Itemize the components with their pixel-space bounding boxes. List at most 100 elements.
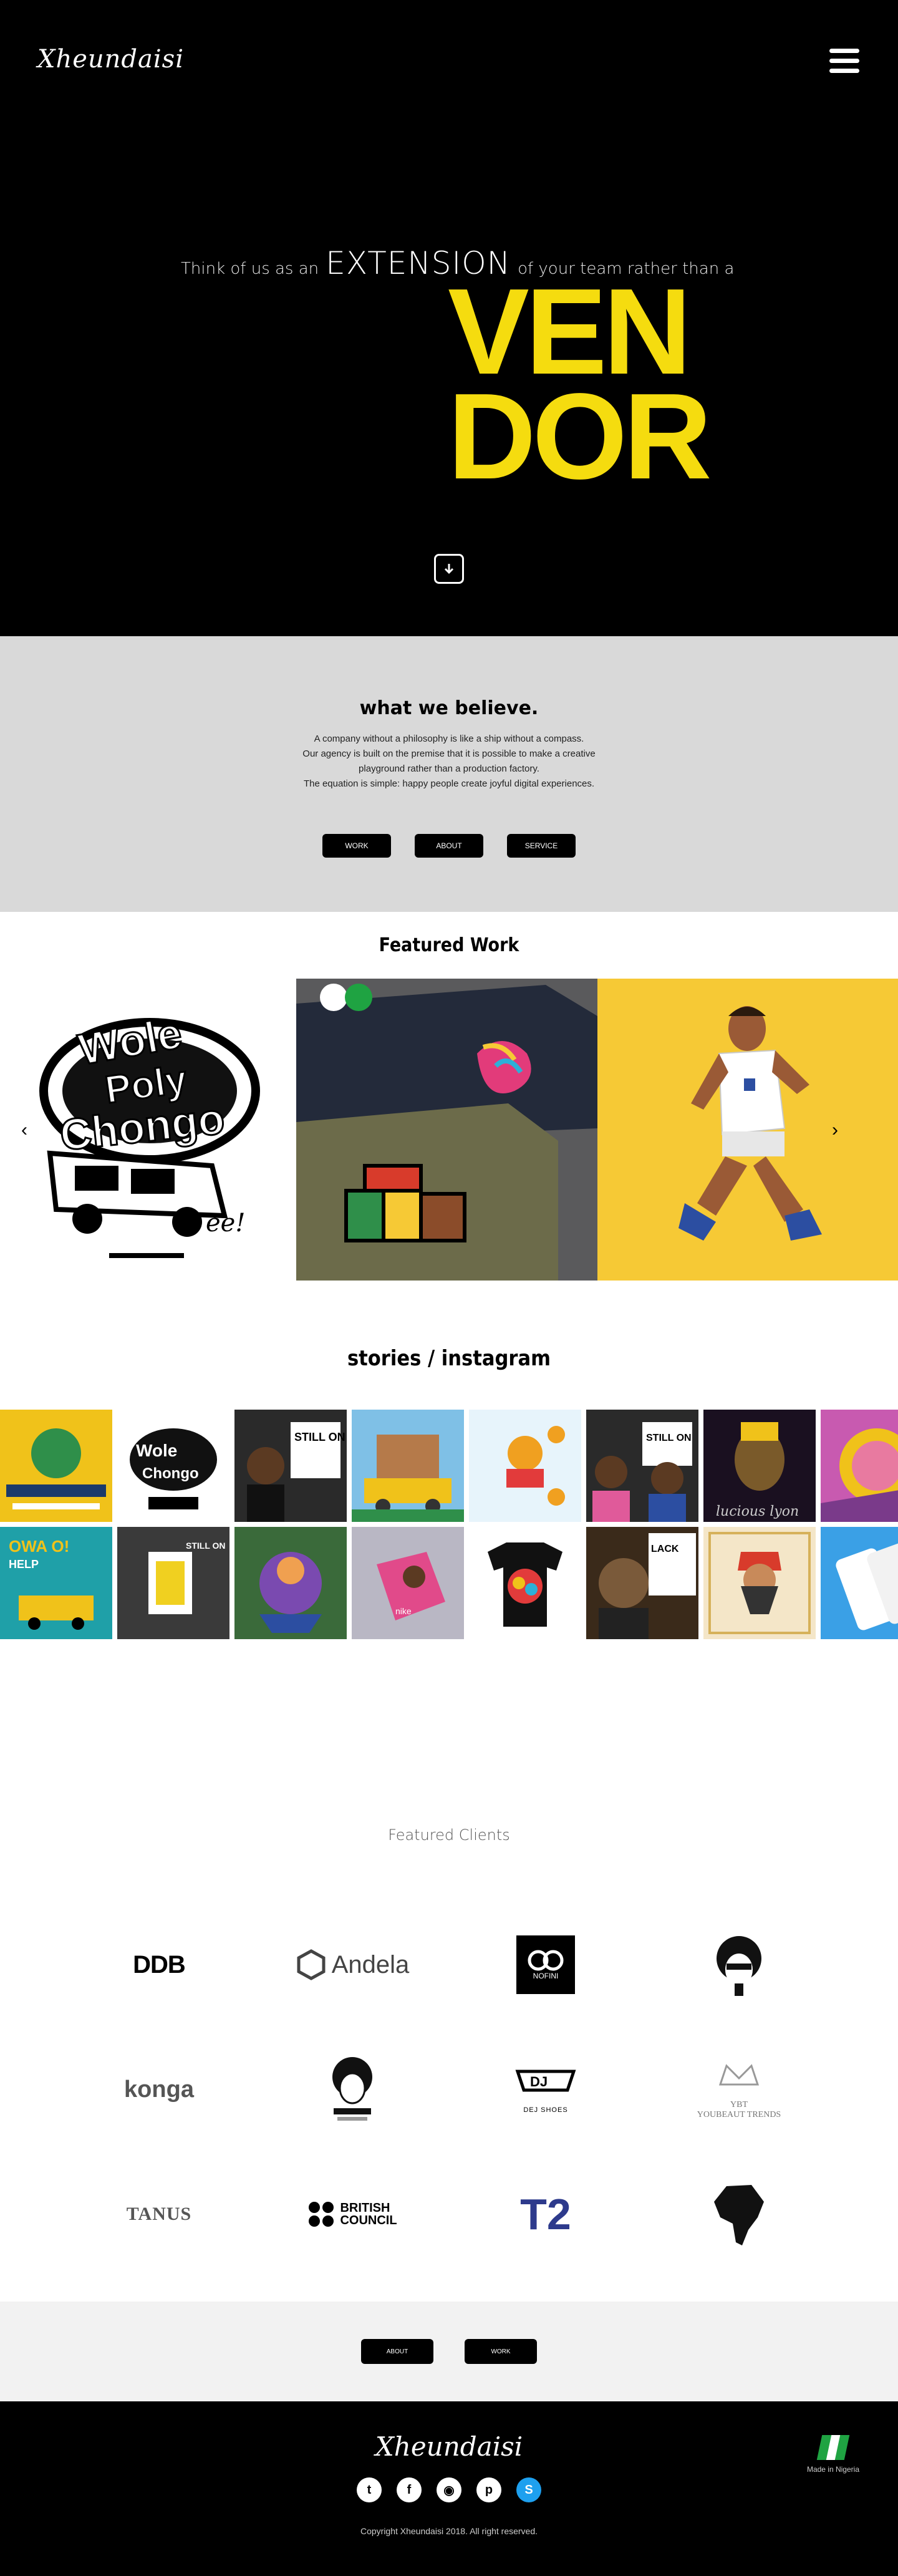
- about-button[interactable]: ABOUT: [361, 2339, 433, 2364]
- instagram-post[interactable]: Wole Chongo: [117, 1410, 229, 1522]
- twitter-icon[interactable]: t: [357, 2477, 382, 2502]
- philosophy-line-1: A company without a philosophy is like a…: [314, 734, 584, 744]
- client-ddb: DDB: [62, 1902, 256, 2027]
- made-in-nigeria-label: Made in Nigeria: [806, 2465, 859, 2474]
- instagram-post[interactable]: [234, 1527, 347, 1639]
- instagram-icon[interactable]: ◉: [437, 2477, 461, 2502]
- british-council-dots-icon: [309, 2202, 334, 2227]
- featured-work-carousel[interactable]: Wole Poly Chongo ee!: [0, 979, 898, 1281]
- facebook-icon[interactable]: f: [397, 2477, 422, 2502]
- ybt-title: YBT: [730, 2099, 748, 2109]
- crown-icon: [718, 2063, 760, 2085]
- clients-logo-grid: DDB Andela NOFINI konga DJ DEJ SHOES YBT…: [62, 1902, 836, 2277]
- svg-text:nike: nike: [395, 1606, 412, 1616]
- instagram-post[interactable]: STILL ON: [586, 1410, 698, 1522]
- client-british-council: BRITISH COUNCIL: [256, 2152, 449, 2277]
- instagram-post[interactable]: [352, 1410, 464, 1522]
- svg-text:lucious lyon: lucious lyon: [716, 1504, 799, 1519]
- instagram-post[interactable]: LACK: [586, 1527, 698, 1639]
- clients-section: Featured Clients DDB Andela NOFINI konga…: [0, 1740, 898, 2302]
- philosophy-line-3: playground rather than a production fact…: [359, 763, 539, 774]
- british-line-1: BRITISH: [340, 2201, 390, 2215]
- svg-text:ee!: ee!: [206, 1209, 245, 1237]
- svg-text:LACK: LACK: [651, 1544, 679, 1554]
- client-nofini: NOFINI: [449, 1902, 642, 2027]
- svg-text:Wole: Wole: [136, 1441, 177, 1460]
- hamburger-menu-icon[interactable]: [829, 49, 859, 74]
- konga-logo: konga: [124, 2076, 194, 2103]
- featured-work-section: Featured Work Wole Poly Chongo ee! ‹ ›: [0, 912, 898, 1310]
- andela-logo: Andela: [296, 1949, 410, 1980]
- service-button[interactable]: SERVICE: [507, 834, 576, 858]
- pinterest-icon[interactable]: p: [476, 2477, 501, 2502]
- instagram-post[interactable]: OWA O! HELP: [0, 1527, 112, 1639]
- work-button[interactable]: WORK: [322, 834, 391, 858]
- instagram-post[interactable]: lucious lyon: [703, 1410, 816, 1522]
- site-logo[interactable]: Xheundaisi: [37, 45, 184, 74]
- dej-shoes-mark-icon: DJ: [515, 2070, 576, 2092]
- instagram-post[interactable]: [821, 1527, 898, 1639]
- instagram-post[interactable]: nike: [352, 1527, 464, 1639]
- bottom-nav: ABOUT WORK: [0, 2302, 898, 2401]
- footer-logo[interactable]: Xheundaisi: [0, 2431, 898, 2462]
- svg-text:STILL ON: STILL ON: [646, 1433, 692, 1443]
- svg-text:STILL ON: STILL ON: [186, 1541, 226, 1551]
- chevron-left-icon[interactable]: ‹: [21, 1120, 27, 1141]
- british-council-logo: BRITISH COUNCIL: [307, 2201, 397, 2228]
- instagram-post[interactable]: [703, 1527, 816, 1639]
- nigeria-flag-icon: [816, 2435, 850, 2460]
- andela-mark-icon: [297, 1949, 326, 1980]
- chevron-right-icon[interactable]: ›: [832, 1120, 838, 1141]
- instagram-post[interactable]: STILL ON: [234, 1410, 347, 1522]
- client-t2: T2: [449, 2152, 642, 2277]
- client-andela: Andela: [256, 1902, 449, 2027]
- hero-section: Xheundaisi Think of us as an EXTENSION o…: [0, 0, 898, 636]
- client-ybt: YBT YOUBEAUT TRENDS: [642, 2027, 836, 2152]
- svg-text:Chongo: Chongo: [142, 1465, 199, 1482]
- instagram-post[interactable]: STILL ON: [117, 1527, 229, 1639]
- philosophy-title: what we believe.: [359, 697, 539, 719]
- t2-logo: T2: [520, 2190, 571, 2239]
- svg-text:DJ: DJ: [530, 2074, 548, 2089]
- instagram-post[interactable]: [469, 1527, 581, 1639]
- about-button[interactable]: ABOUT: [415, 834, 483, 858]
- client-konga: konga: [62, 2027, 256, 2152]
- client-hair-avatar: [256, 2027, 449, 2152]
- headline-line-2: DOR: [448, 368, 712, 505]
- africa-map-icon: [714, 2185, 764, 2245]
- svg-text:OWA O!: OWA O!: [9, 1537, 69, 1556]
- hero-headline: VEN DOR: [448, 271, 712, 505]
- nofini-logo: NOFINI: [516, 1935, 575, 1994]
- svg-text:HELP: HELP: [9, 1558, 39, 1571]
- copyright: Copyright Xheundaisi 2018. All right res…: [360, 2526, 538, 2536]
- client-afro: [642, 1902, 836, 2027]
- instagram-grid: Wole Chongo STILL ON STILL ON lucious lyo…: [0, 1410, 898, 1639]
- tagline-prefix: Think of us as an: [181, 259, 319, 278]
- philosophy-buttons: WORK ABOUT SERVICE: [0, 834, 898, 858]
- philosophy-line-2: Our agency is built on the premise that …: [302, 748, 596, 759]
- ybt-logo: YBT YOUBEAUT TRENDS: [697, 2060, 781, 2120]
- instagram-title: stories / instagram: [347, 1346, 551, 1371]
- british-line-2: COUNCIL: [340, 2214, 397, 2227]
- skype-icon[interactable]: S: [516, 2477, 541, 2502]
- work-slide-tshirts[interactable]: [296, 979, 597, 1281]
- work-slide-footballer[interactable]: [597, 979, 898, 1281]
- ybt-subtitle: YOUBEAUT TRENDS: [697, 2109, 781, 2119]
- instagram-post[interactable]: [0, 1410, 112, 1522]
- afro-face-icon: [717, 1936, 761, 1996]
- featured-work-title: Featured Work: [379, 934, 519, 956]
- instagram-section: stories / instagram Wole Chongo STILL ON …: [0, 1310, 898, 1740]
- clients-title: Featured Clients: [388, 1826, 510, 1844]
- ddb-logo: DDB: [133, 1950, 186, 1978]
- arrow-down-icon[interactable]: [434, 554, 464, 584]
- client-tanus: TANUS: [62, 2152, 256, 2277]
- work-slide-wole-poly-chongo[interactable]: Wole Poly Chongo ee!: [0, 979, 296, 1281]
- instagram-post[interactable]: [821, 1410, 898, 1522]
- tanus-logo: TANUS: [126, 2204, 192, 2224]
- work-button[interactable]: WORK: [465, 2339, 537, 2364]
- portrait-icon: [332, 2057, 372, 2121]
- client-dej-shoes: DJ DEJ SHOES: [449, 2027, 642, 2152]
- instagram-post[interactable]: [469, 1410, 581, 1522]
- philosophy-line-4: The equation is simple: happy people cre…: [303, 778, 595, 789]
- andela-wordmark: Andela: [331, 1950, 410, 1978]
